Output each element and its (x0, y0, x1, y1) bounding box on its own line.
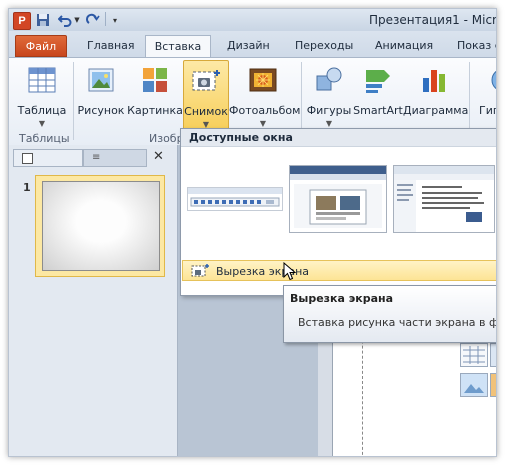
tab-design[interactable]: Дизайн (227, 35, 270, 57)
smartart-icon (362, 64, 394, 96)
chevron-down-icon: ▼ (325, 119, 333, 128)
hyperlink-icon (487, 64, 496, 96)
group-separator (73, 62, 74, 140)
picture-button[interactable]: Рисунок (77, 60, 125, 130)
smartart-button[interactable]: SmartArt (353, 60, 403, 130)
tooltip-title: Вырезка экрана (290, 292, 394, 305)
tab-file[interactable]: Файл (15, 35, 67, 57)
slides-pane: ≡ ✕ 1 (9, 145, 178, 456)
table-button[interactable]: Таблица ▼ (15, 60, 69, 130)
screen-clipping-item[interactable]: Вырезка экрана (182, 260, 496, 281)
clipart-button[interactable]: Картинка (127, 60, 183, 130)
window-thumbnail[interactable] (393, 165, 495, 233)
redo-icon[interactable] (85, 12, 101, 28)
screen-clipping-tooltip: Вырезка экрана Вставка рисунка части экр… (283, 285, 496, 343)
group-label-tables: Таблицы (19, 132, 70, 145)
screenshot-icon (190, 65, 222, 97)
chevron-down-icon: ▼ (38, 119, 46, 128)
screenshot-button[interactable]: Снимок ▼ (183, 60, 229, 130)
clipart-icon (139, 64, 171, 96)
picture-icon (85, 64, 117, 96)
slide-thumbnail-preview (42, 181, 160, 271)
window-thumbnail[interactable] (289, 165, 387, 233)
screen-clipping-icon (191, 264, 209, 281)
powerpoint-app-icon[interactable]: P (13, 12, 31, 30)
tab-slides[interactable] (13, 149, 83, 167)
pane-tabs: ≡ ✕ (9, 149, 177, 167)
tab-transitions[interactable]: Переходы (295, 35, 353, 57)
qat-separator (105, 12, 106, 26)
chart-button[interactable]: Диаграмма (403, 60, 468, 130)
insert-clipart-placeholder-icon[interactable] (490, 373, 496, 397)
undo-dropdown-icon[interactable]: ▼ (73, 12, 81, 28)
chart-icon (418, 64, 450, 96)
close-icon[interactable]: ✕ (153, 149, 164, 164)
slide-thumbnail[interactable] (35, 175, 165, 277)
photo-album-icon (247, 64, 279, 96)
tooltip-body: Вставка рисунка части экрана в файл. (298, 316, 496, 329)
insert-table-placeholder-icon[interactable] (460, 343, 488, 367)
insert-chart-placeholder-icon[interactable] (490, 343, 496, 367)
tab-slideshow[interactable]: Показ слайдов (457, 35, 496, 57)
title-bar: P ▼ ▾ Презентация1 - Microsoft PowerPoin… (9, 9, 496, 31)
tab-insert[interactable]: Вставка (145, 35, 211, 58)
tab-home[interactable]: Главная (87, 35, 135, 57)
window-title: Презентация1 - Microsoft PowerPoint (369, 13, 497, 27)
screenshot-dropdown: Доступные окна Вырезка экрана (180, 128, 496, 296)
shapes-button[interactable]: Фигуры ▼ (305, 60, 353, 130)
chevron-down-icon: ▼ (259, 119, 267, 128)
outline-tab-icon: ≡ (92, 152, 101, 163)
insert-picture-placeholder-icon[interactable] (460, 373, 488, 397)
photo-album-button[interactable]: Фотоальбом ▼ (229, 60, 300, 130)
window-thumbnail[interactable] (187, 187, 283, 211)
customize-qat-icon[interactable]: ▾ (109, 12, 121, 28)
slides-tab-icon (22, 153, 33, 164)
slide-number: 1 (23, 181, 31, 194)
tab-animations[interactable]: Анимация (375, 35, 433, 57)
shapes-icon (313, 64, 345, 96)
table-icon (26, 64, 58, 96)
hyperlink-button[interactable]: Гиперссылка (473, 60, 496, 130)
ribbon-tabs: Файл Главная Вставка Дизайн Переходы Ани… (9, 31, 496, 58)
powerpoint-window: P ▼ ▾ Презентация1 - Microsoft PowerPoin… (8, 8, 497, 457)
tab-outline[interactable]: ≡ (83, 149, 147, 167)
undo-icon[interactable] (57, 12, 73, 28)
available-windows-header: Доступные окна (181, 129, 496, 147)
mouse-cursor-icon (283, 261, 297, 285)
save-icon[interactable] (35, 12, 51, 28)
